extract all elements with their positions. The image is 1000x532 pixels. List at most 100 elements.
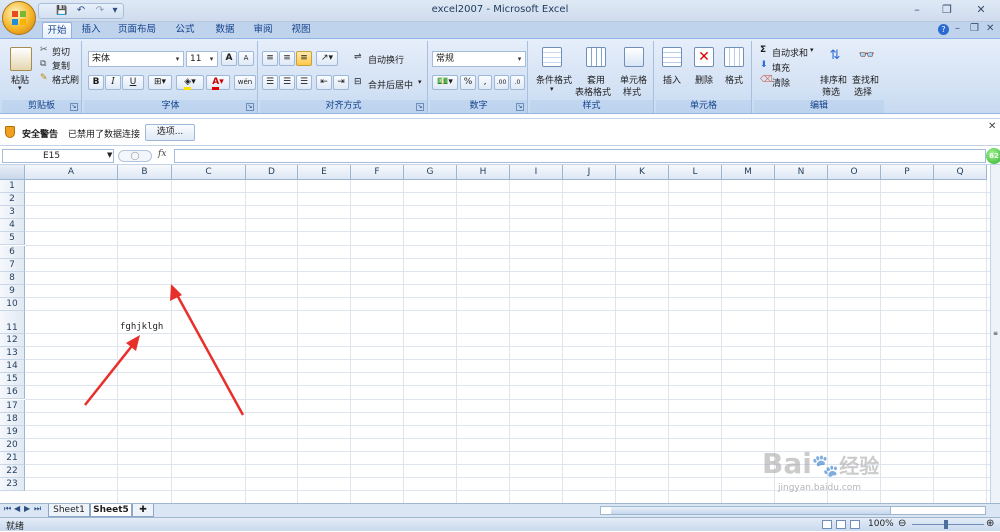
increase-decimal-button[interactable]: .00 — [494, 75, 509, 90]
normal-view-icon[interactable] — [822, 520, 832, 529]
comma-button[interactable]: , — [478, 75, 492, 90]
row-header-19[interactable]: 19 — [0, 425, 25, 439]
insert-function-icon[interactable]: fx — [158, 149, 166, 159]
sort-filter-line2[interactable]: 筛选 — [822, 85, 840, 98]
align-left-button[interactable]: ☰ — [262, 75, 278, 90]
zoom-out-icon[interactable]: ⊖ — [898, 518, 906, 529]
table-format-icon[interactable] — [586, 47, 606, 67]
number-launcher-icon[interactable]: ↘ — [516, 103, 524, 111]
merge-center-button[interactable]: 合并后居中 — [368, 78, 413, 91]
ribbon-minimize-icon[interactable]: – — [955, 23, 960, 34]
row-header-22[interactable]: 22 — [0, 465, 25, 479]
help-icon[interactable]: ? — [938, 24, 949, 35]
row-header-11[interactable]: 11 — [0, 311, 25, 334]
wrap-text-button[interactable]: 自动换行 — [368, 53, 404, 66]
paste-icon[interactable] — [10, 47, 32, 71]
row-header-8[interactable]: 8 — [0, 271, 25, 285]
name-box[interactable]: E15 ▼ — [2, 149, 114, 163]
format-cells-icon[interactable] — [724, 47, 744, 67]
security-options-button[interactable]: 选项... — [145, 124, 195, 141]
sheet-first-icon[interactable]: ⏮ — [4, 504, 11, 514]
row-header-3[interactable]: 3 — [0, 206, 25, 220]
tab-page-layout[interactable]: 页面布局 — [112, 22, 162, 38]
row-header-23[interactable]: 23 — [0, 478, 25, 492]
tab-home[interactable]: 开始 — [42, 22, 72, 38]
zoom-slider-thumb[interactable] — [944, 520, 948, 529]
vertical-scrollbar[interactable]: ≡ — [990, 165, 1000, 503]
phonetic-button[interactable]: wén — [234, 75, 256, 90]
shrink-font-button[interactable]: A — [238, 51, 254, 66]
zoom-slider[interactable] — [912, 524, 984, 525]
fill-color-button[interactable]: ◈▾ — [176, 75, 204, 90]
border-button[interactable]: ⊞▾ — [148, 75, 172, 90]
office-button[interactable] — [2, 1, 36, 35]
row-header-15[interactable]: 15 — [0, 373, 25, 387]
decrease-decimal-button[interactable]: .0 — [510, 75, 525, 90]
currency-button[interactable]: 💵▾ — [432, 75, 458, 90]
underline-button[interactable]: U — [122, 75, 144, 90]
insert-cells-button[interactable]: 插入 — [663, 73, 681, 86]
bold-button[interactable]: B — [88, 75, 104, 90]
decrease-indent-button[interactable]: ⇤ — [316, 75, 332, 90]
column-header-d[interactable]: D — [246, 165, 298, 180]
font-size-combo[interactable]: 11 ▾ — [186, 51, 218, 67]
worksheet-grid[interactable]: ABCDEFGHIJKLMNOPQ 1 2 3 4 5 6 7 8 9 10 11 12 13 14 15 1… — [0, 165, 990, 503]
name-box-dropdown-icon[interactable]: ▼ — [107, 151, 112, 159]
cut-button[interactable]: 剪切 — [52, 45, 70, 58]
column-header-l[interactable]: L — [669, 165, 722, 180]
autosum-button[interactable]: 自动求和 — [772, 46, 808, 59]
column-header-i[interactable]: I — [510, 165, 563, 180]
align-bottom-button[interactable]: ≡ — [296, 51, 312, 66]
column-header-f[interactable]: F — [351, 165, 404, 180]
column-header-m[interactable]: M — [722, 165, 775, 180]
align-center-button[interactable]: ☰ — [279, 75, 295, 90]
close-button[interactable]: ✕ — [966, 2, 996, 18]
sheet-next-icon[interactable]: ▶ — [24, 504, 30, 513]
column-header-k[interactable]: K — [616, 165, 669, 180]
number-format-combo[interactable]: 常规 ▾ — [432, 51, 526, 67]
redo-icon[interactable]: ↷ — [92, 4, 108, 18]
zoom-level[interactable]: 100% — [868, 519, 894, 529]
font-launcher-icon[interactable]: ↘ — [246, 103, 254, 111]
column-header-o[interactable]: O — [828, 165, 881, 180]
column-header-a[interactable]: A — [25, 165, 118, 180]
select-all-corner[interactable] — [0, 165, 25, 180]
horizontal-scroll-thumb[interactable] — [611, 507, 891, 514]
fill-button[interactable]: 填充 — [772, 61, 790, 74]
zoom-in-icon[interactable]: ⊕ — [986, 518, 994, 529]
sheet-tab-1[interactable]: Sheet1 — [48, 504, 90, 517]
scroll-thumb[interactable]: ≡ — [991, 330, 1000, 338]
row-header-21[interactable]: 21 — [0, 451, 25, 465]
column-header-j[interactable]: J — [563, 165, 616, 180]
row-header-16[interactable]: 16 — [0, 386, 25, 400]
conditional-format-icon[interactable] — [542, 47, 562, 67]
column-header-p[interactable]: P — [881, 165, 934, 180]
save-icon[interactable]: 💾 — [54, 4, 70, 18]
sheet-tab-5[interactable]: Sheet5 — [90, 504, 132, 517]
find-select-line2[interactable]: 选择 — [854, 85, 872, 98]
increase-indent-button[interactable]: ⇥ — [333, 75, 349, 90]
row-header-7[interactable]: 7 — [0, 258, 25, 272]
delete-cells-button[interactable]: 删除 — [695, 73, 713, 86]
row-header-5[interactable]: 5 — [0, 232, 25, 246]
alignment-launcher-icon[interactable]: ↘ — [416, 103, 424, 111]
formula-cancel-icon[interactable]: ◯ — [118, 150, 152, 162]
italic-button[interactable]: I — [105, 75, 121, 90]
row-header-14[interactable]: 14 — [0, 360, 25, 374]
sheet-prev-icon[interactable]: ◀ — [14, 504, 20, 513]
column-header-g[interactable]: G — [404, 165, 457, 180]
align-middle-button[interactable]: ≡ — [279, 51, 295, 66]
insert-cells-icon[interactable] — [662, 47, 682, 67]
format-painter-button[interactable]: 格式刷 — [52, 73, 79, 86]
restore-button[interactable]: ❐ — [936, 2, 958, 18]
page-break-view-icon[interactable] — [850, 520, 860, 529]
conditional-format-button[interactable]: 条件格式 — [536, 73, 572, 86]
grow-font-button[interactable]: A — [221, 51, 237, 66]
cell-styles-icon[interactable] — [624, 47, 644, 67]
cell-b11[interactable]: fghjklgh — [120, 322, 163, 332]
table-format-line2[interactable]: 表格格式 — [575, 85, 611, 98]
minimize-button[interactable]: – — [906, 2, 928, 18]
column-header-e[interactable]: E — [298, 165, 351, 180]
clear-button[interactable]: 清除 — [772, 76, 790, 89]
security-close-icon[interactable]: ✕ — [988, 121, 996, 132]
